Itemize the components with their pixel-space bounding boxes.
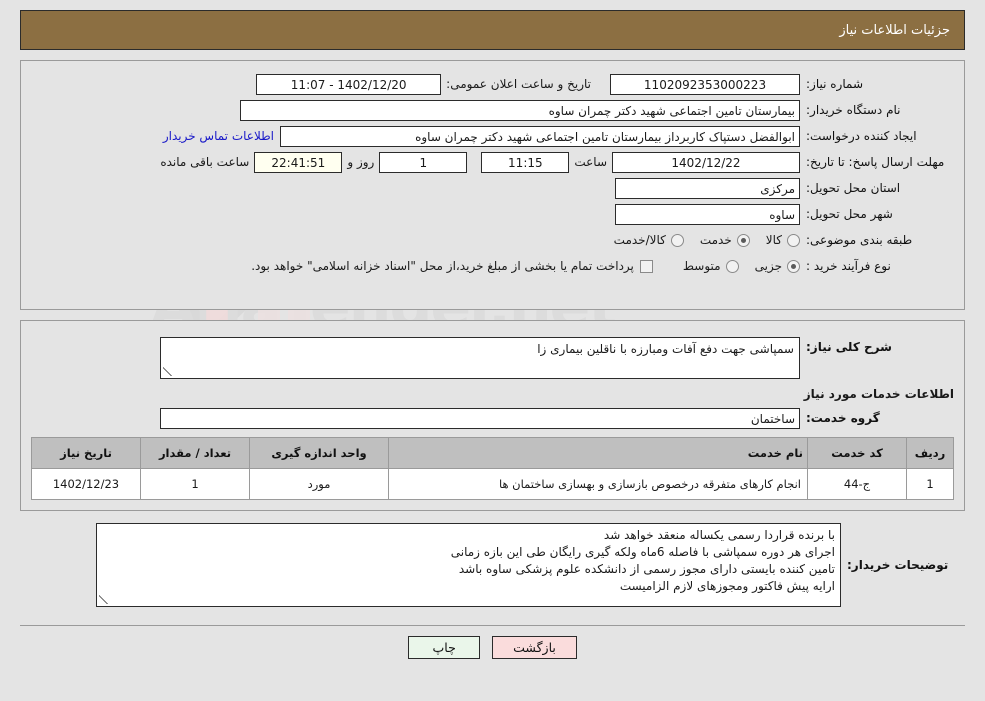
service-group-row: گروه خدمت: ساختمان [21,405,964,431]
col-header-service-name: نام خدمت [388,437,808,469]
countdown-timer-label: ساعت باقی مانده [160,155,250,169]
radio-label-kala: کالا [765,233,782,247]
countdown-timer-value: 22:41:51 [254,151,343,173]
buyer-contact-link[interactable]: اطلاعات تماس خریدار [157,129,280,143]
deadline-hour-value: 11:15 [481,151,570,173]
treasury-bond-note: پرداخت تمام یا بخشی از مبلغ خرید،از محل … [251,259,634,273]
need-info-panel: شماره نیاز: 1102092353000223 تاریخ و ساع… [20,60,965,310]
radio-button-kala[interactable] [787,233,800,247]
purchase-process-radio-group: جزیی متوسط [667,259,800,273]
col-header-need-date: تاریخ نیاز [31,437,141,469]
service-group-value: ساختمان [160,407,800,429]
buyer-org-value: بیمارستان تامین اجتماعی شهید دکتر چمران … [240,99,800,121]
delivery-city-label: شهر محل تحویل: [806,206,893,221]
delivery-city-row: شهر محل تحویل: ساوه [21,201,964,227]
tender-detail-page: جزئیات اطلاعات نیاز شماره نیاز: 11020923… [0,10,985,659]
cell-service-name: انجام کارهای متفرقه درخصوص بازسازی و بهس… [388,468,808,500]
col-header-quantity: تعداد / مقدار [140,437,250,469]
cell-service-code: ج-44 [807,468,907,500]
remaining-days-value: 1 [379,151,468,173]
response-deadline-row: مهلت ارسال پاسخ: تا تاریخ: 1402/12/22 سا… [21,149,964,175]
cell-quantity: 1 [140,468,250,500]
page-title: جزئیات اطلاعات نیاز [839,22,950,38]
service-group-label: گروه خدمت: [806,410,880,425]
general-description-label: شرح کلی نیاز: [806,340,892,354]
radio-option-motevaset[interactable]: متوسط [683,259,739,273]
remaining-days-label: روز و [347,155,375,169]
general-description-value[interactable]: سمپاشی جهت دفع آفات ومبارزه با ناقلین بی… [160,337,800,379]
request-creator-value: ابوالفضل دستپاک کاربرداز بیمارستان تامین… [280,125,800,147]
radio-option-khedmat[interactable]: خدمت [700,233,750,247]
back-button[interactable]: بازگشت [492,636,577,659]
radio-label-kala-khedmat: کالا/خدمت [613,233,666,247]
need-number-value: 1102092353000223 [610,73,800,95]
buyer-org-row: نام دستگاه خریدار: بیمارستان تامین اجتما… [21,97,964,123]
buyer-notes-value[interactable]: با برنده قراردا رسمی یکساله منعقد خواهد … [96,523,841,607]
announce-datetime-label: تاریخ و ساعت اعلان عمومی: [446,77,591,91]
treasury-bond-checkbox[interactable] [639,259,653,273]
service-items-table-wrap: ردیف کد خدمت نام خدمت واحد اندازه گیری ت… [21,431,964,502]
radio-button-kala-khedmat[interactable] [670,233,684,247]
deadline-date-value: 1402/12/22 [612,151,800,173]
subject-category-row: طبقه بندی موضوعی: کالا خدمت کالا/خدمت [21,227,964,253]
col-header-unit: واحد اندازه گیری [249,437,389,469]
delivery-province-row: استان محل تحویل: مرکزی [21,175,964,201]
buyer-notes-label: توضیحات خریدار: [847,558,949,572]
delivery-province-label: استان محل تحویل: [806,180,901,195]
response-deadline-label: مهلت ارسال پاسخ: تا تاریخ: [806,154,945,169]
table-header-row: ردیف کد خدمت نام خدمت واحد اندازه گیری ت… [31,437,954,469]
radio-option-jozei[interactable]: جزیی [755,259,800,273]
general-description-row: شرح کلی نیاز: سمپاشی جهت دفع آفات ومبارز… [21,331,964,381]
delivery-city-value: ساوه [615,203,800,225]
buyer-notes-panel: توضیحات خریدار: با برنده قراردا رسمی یکس… [20,513,965,617]
radio-label-khedmat: خدمت [699,233,732,247]
deadline-hour-label: ساعت [574,155,607,169]
subject-category-label: طبقه بندی موضوعی: [806,232,913,247]
buyer-note-line: ارایه پیش فاکتور ومجوزهای لازم الزامیست [619,579,835,593]
col-header-service-code: کد خدمت [807,437,907,469]
purchase-process-row: نوع فرآیند خرید : جزیی متوسط پرداخت تمام… [21,253,964,279]
buyer-notes-row: توضیحات خریدار: با برنده قراردا رسمی یکس… [20,521,965,609]
print-button[interactable]: چاپ [408,636,481,659]
buyer-note-line: اجرای هر دوره سمپاشی با فاصله 6ماه ولکه … [450,545,835,559]
service-items-table: ردیف کد خدمت نام خدمت واحد اندازه گیری ت… [31,437,954,500]
radio-label-motevaset: متوسط [682,259,721,273]
cell-need-date: 1402/12/23 [31,468,141,500]
radio-option-kala-khedmat[interactable]: کالا/خدمت [614,233,684,247]
need-number-row: شماره نیاز: 1102092353000223 تاریخ و ساع… [21,71,964,97]
radio-label-jozei: جزیی [754,259,782,273]
service-details-panel: شرح کلی نیاز: سمپاشی جهت دفع آفات ومبارز… [20,320,965,511]
radio-button-khedmat[interactable] [736,233,750,247]
request-creator-row: ایجاد کننده درخواست: ابوالفضل دستپاک کار… [21,123,964,149]
need-number-label: شماره نیاز: [806,76,863,91]
buyer-note-line: تامین کننده بایستی دارای مجوز رسمی از دا… [458,562,835,576]
buyer-note-line: با برنده قراردا رسمی یکساله منعقد خواهد … [603,528,835,542]
announce-datetime-value: 1402/12/20 - 11:07 [256,73,442,95]
cell-radif: 1 [906,468,954,500]
table-row: 1 ج-44 انجام کارهای متفرقه درخصوص بازساز… [31,468,954,500]
delivery-province-value: مرکزی [615,177,800,199]
buyer-org-label: نام دستگاه خریدار: [806,102,901,117]
subject-category-radio-group: کالا خدمت کالا/خدمت [598,233,800,247]
page-header-bar: جزئیات اطلاعات نیاز [20,10,965,50]
request-creator-label: ایجاد کننده درخواست: [806,128,917,143]
footer-actions: بازگشت چاپ [20,625,965,659]
radio-button-motevaset[interactable] [725,259,739,273]
purchase-process-label: نوع فرآیند خرید : [806,258,891,273]
radio-option-kala[interactable]: کالا [766,233,800,247]
col-header-radif: ردیف [906,437,954,469]
cell-unit: مورد [249,468,389,500]
required-services-section-title: اطلاعات خدمات مورد نیاز [803,387,954,401]
radio-button-jozei[interactable] [787,259,800,273]
